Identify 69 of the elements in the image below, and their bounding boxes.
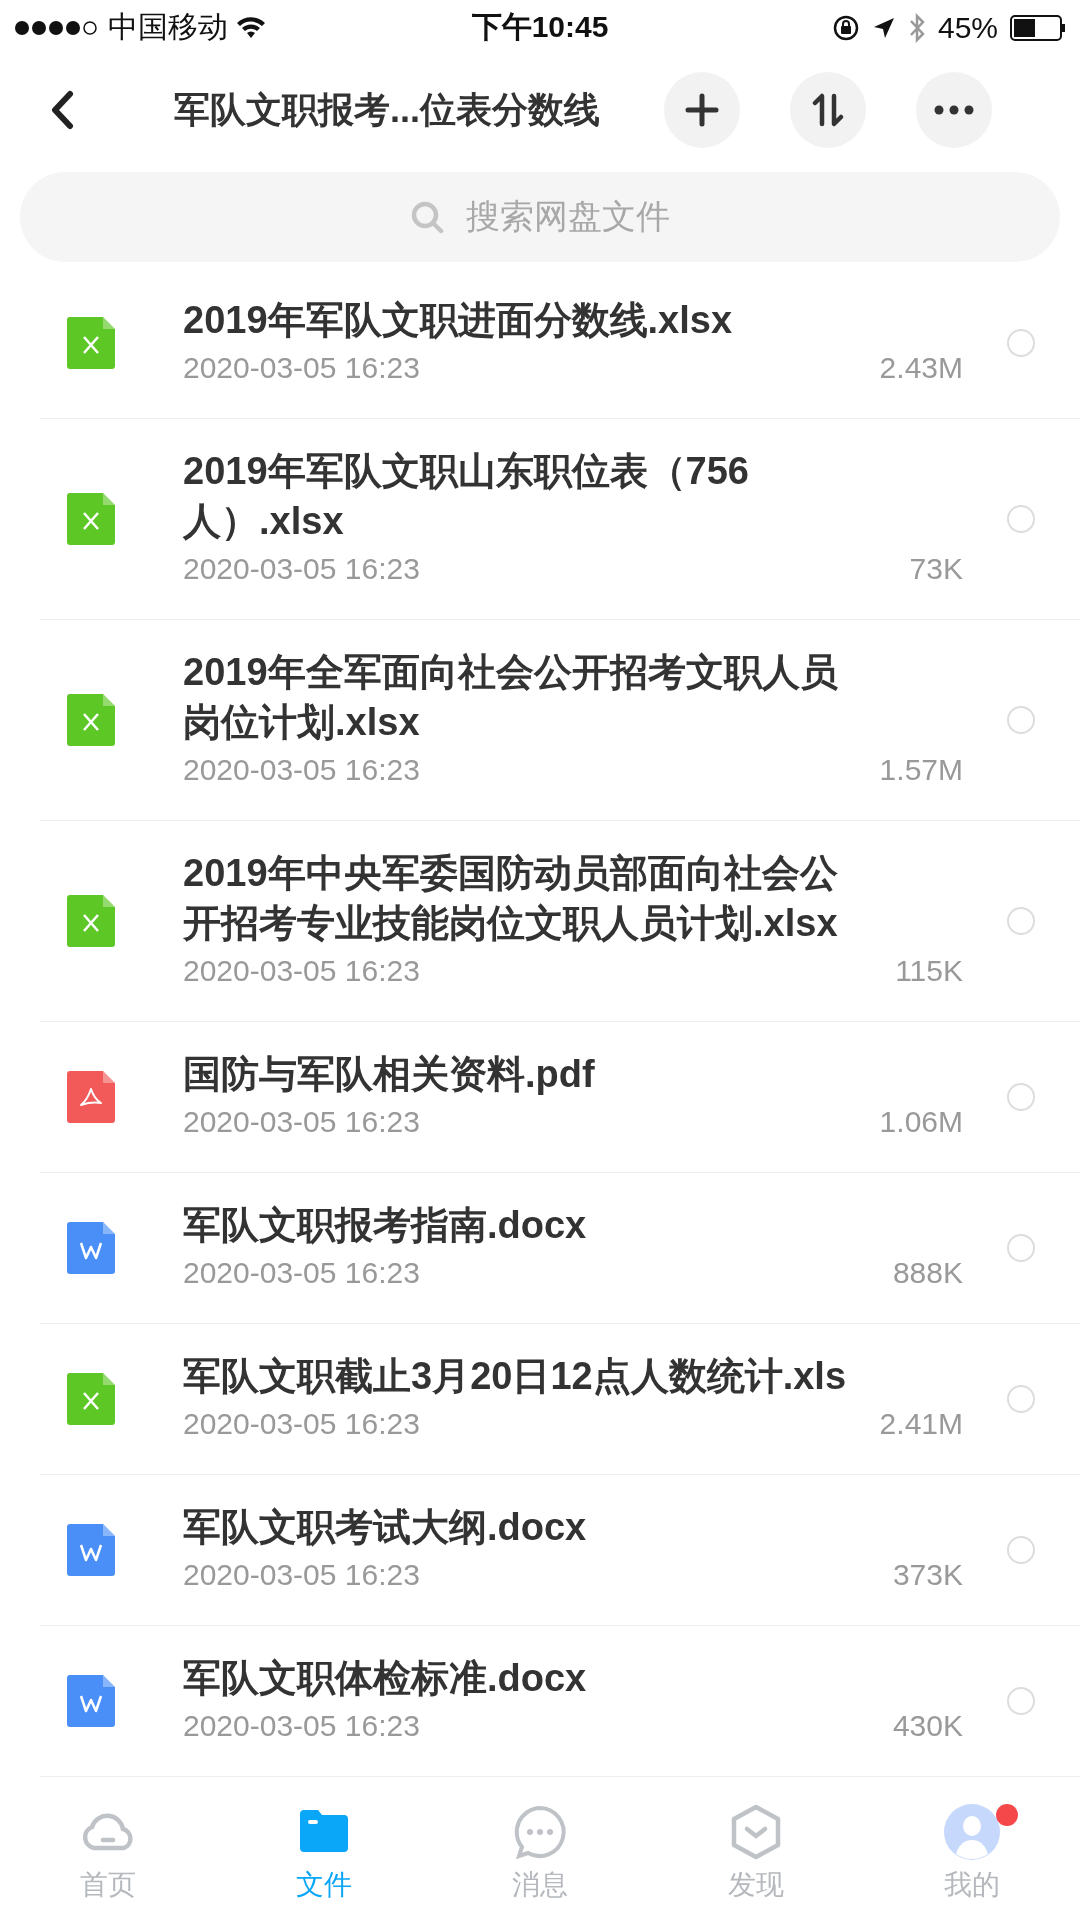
spreadsheet-icon bbox=[67, 1373, 115, 1425]
file-name: 国防与军队相关资料.pdf bbox=[183, 1052, 596, 1097]
file-name: 军队文职考试大纲.docx bbox=[183, 1505, 588, 1550]
file-size: 73K bbox=[909, 552, 963, 586]
battery-icon bbox=[1010, 14, 1066, 41]
select-circle[interactable] bbox=[1007, 907, 1035, 935]
file-row[interactable]: 2019年军队文职山东职位表（756人）.xlsx 2020-03-05 16:23 73K bbox=[40, 419, 1080, 620]
file-size: 373K bbox=[892, 1558, 963, 1592]
file-size: 888K bbox=[892, 1256, 963, 1290]
file-row[interactable]: 国防与军队相关资料.pdf 2020-03-05 16:23 1.06M bbox=[40, 1022, 1080, 1173]
file-size: 115K bbox=[895, 954, 963, 988]
select-circle[interactable] bbox=[1007, 1234, 1035, 1262]
plus-icon bbox=[685, 93, 719, 127]
select-circle[interactable] bbox=[1007, 706, 1035, 734]
file-row[interactable]: 军队文职报考指南.docx 2020-03-05 16:23 888K bbox=[40, 1173, 1080, 1324]
select-circle[interactable] bbox=[1007, 1536, 1035, 1564]
back-icon[interactable] bbox=[50, 90, 74, 130]
clock-time: 下午10:45 bbox=[471, 9, 609, 45]
file-date: 2020-03-05 16:23 bbox=[183, 1256, 420, 1290]
document-icon bbox=[67, 1675, 115, 1727]
spreadsheet-icon bbox=[67, 694, 115, 746]
file-size: 430K bbox=[892, 1709, 963, 1743]
pdf-icon bbox=[67, 1071, 115, 1123]
file-name: 2019年中央军委国防动员部面向社会公开招考专业技能岗位文职人员计划.xlsx bbox=[183, 851, 839, 946]
file-date: 2020-03-05 16:23 bbox=[183, 552, 420, 586]
more-icon bbox=[934, 105, 974, 115]
avatar-icon bbox=[942, 1802, 1002, 1862]
file-row[interactable]: 军队文职体检标准.docx 2020-03-05 16:23 430K bbox=[40, 1626, 1080, 1777]
select-circle[interactable] bbox=[1007, 329, 1035, 357]
rotation-lock-icon bbox=[831, 13, 860, 42]
file-row[interactable]: 军队文职截止3月20日12点人数统计.xls 2020-03-05 16:23 2.41M bbox=[40, 1324, 1080, 1475]
file-size: 2.43M bbox=[879, 351, 963, 385]
spreadsheet-icon bbox=[67, 493, 115, 545]
file-row[interactable]: 2019年中央军委国防动员部面向社会公开招考专业技能岗位文职人员计划.xlsx 2020-03-05 16:23 115K bbox=[40, 821, 1080, 1022]
file-size: 1.06M bbox=[879, 1105, 963, 1139]
sort-arrows-icon bbox=[811, 93, 845, 127]
file-name: 军队文职报考指南.docx bbox=[183, 1203, 588, 1248]
file-name: 军队文职截止3月20日12点人数统计.xls bbox=[183, 1354, 848, 1399]
file-name: 2019年全军面向社会公开招考文职人员岗位计划.xlsx bbox=[183, 650, 839, 745]
file-size: 2.41M bbox=[879, 1407, 963, 1441]
file-date: 2020-03-05 16:23 bbox=[183, 1558, 420, 1592]
file-row[interactable]: 军队文职考试大纲.docx 2020-03-05 16:23 373K bbox=[40, 1475, 1080, 1626]
select-circle[interactable] bbox=[1007, 1385, 1035, 1413]
file-date: 2020-03-05 16:23 bbox=[183, 753, 420, 787]
document-icon bbox=[67, 1222, 115, 1274]
select-circle[interactable] bbox=[1007, 1083, 1035, 1111]
search-icon bbox=[410, 200, 444, 234]
select-circle[interactable] bbox=[1007, 505, 1035, 533]
file-row[interactable]: 2019年军队文职进面分数线.xlsx 2020-03-05 16:23 2.43M bbox=[40, 268, 1080, 419]
file-date: 2020-03-05 16:23 bbox=[183, 1709, 420, 1743]
file-size: 1.57M bbox=[879, 753, 963, 787]
file-date: 2020-03-05 16:23 bbox=[183, 1105, 420, 1139]
carrier-name: 中国移动 bbox=[108, 9, 228, 45]
battery-percent: 45% bbox=[937, 10, 998, 45]
document-icon bbox=[67, 1524, 115, 1576]
file-name: 2019年军队文职进面分数线.xlsx bbox=[183, 298, 734, 343]
folder-title: 军队文职报考...位表分数线 bbox=[174, 87, 601, 132]
select-circle[interactable] bbox=[1007, 1687, 1035, 1715]
bluetooth-icon bbox=[907, 12, 926, 43]
file-date: 2020-03-05 16:23 bbox=[183, 954, 420, 988]
file-date: 2020-03-05 16:23 bbox=[183, 351, 420, 385]
file-name: 军队文职体检标准.docx bbox=[183, 1656, 588, 1701]
wifi-icon bbox=[236, 15, 266, 40]
spreadsheet-icon bbox=[67, 895, 115, 947]
spreadsheet-icon bbox=[67, 317, 115, 369]
signal-icon bbox=[14, 19, 100, 36]
file-row[interactable]: 2019年全军面向社会公开招考文职人员岗位计划.xlsx 2020-03-05 16:23 1.57M bbox=[40, 620, 1080, 821]
file-date: 2020-03-05 16:23 bbox=[183, 1407, 420, 1441]
file-name: 2019年军队文职山东职位表（756人）.xlsx bbox=[183, 449, 750, 544]
